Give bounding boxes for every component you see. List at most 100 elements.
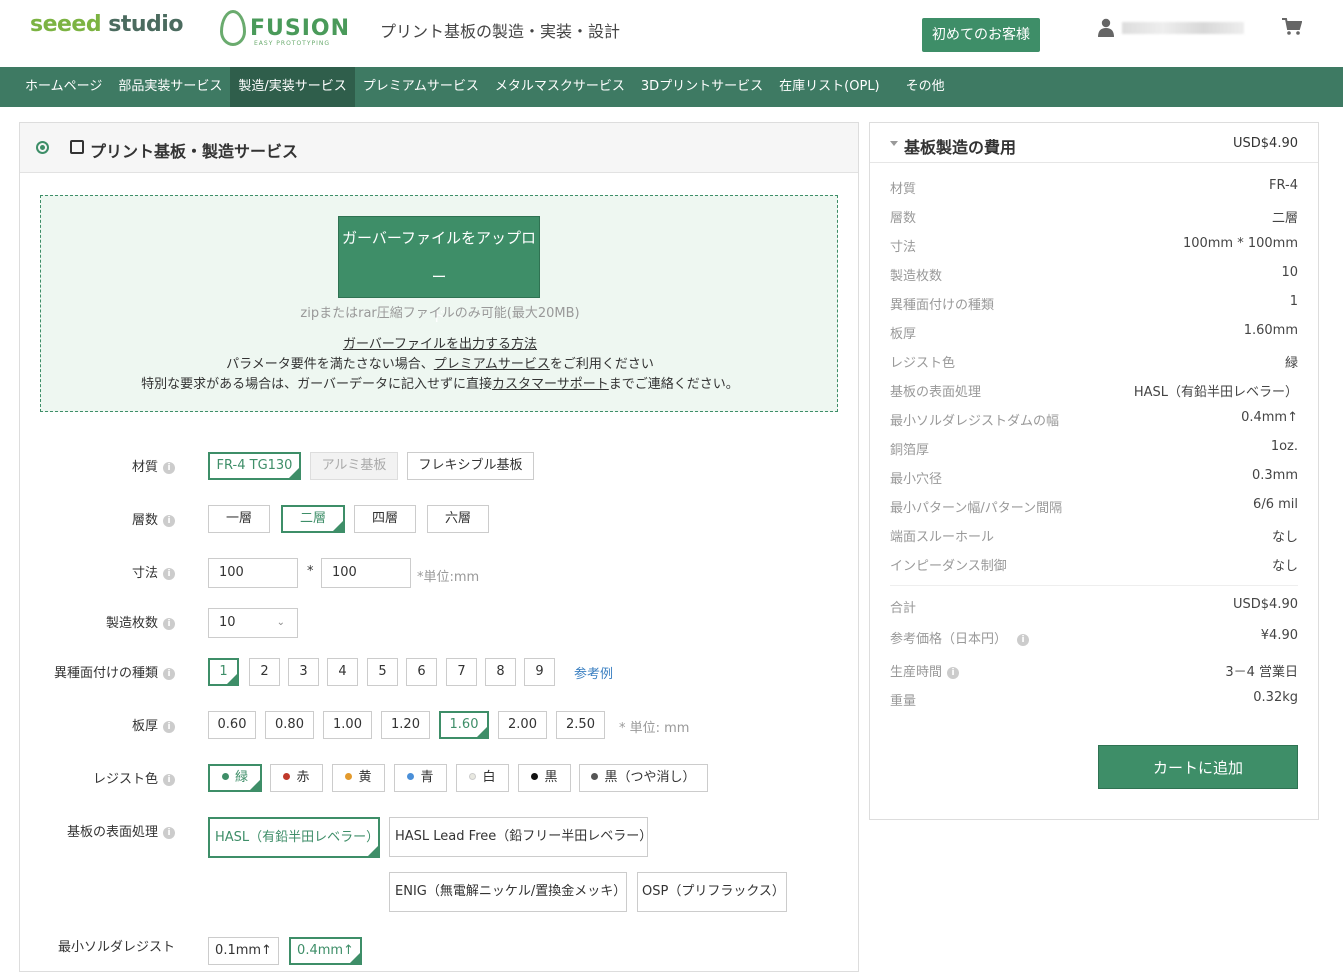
upload-gerber-button[interactable]: ガーバーファイルをアップロー ド	[338, 216, 540, 325]
first-customer-button[interactable]: 初めてのお客様	[922, 18, 1040, 52]
service-radio[interactable]	[36, 141, 49, 154]
designs-4[interactable]: 4	[327, 658, 358, 686]
support-link[interactable]: カスタマーサポート	[492, 377, 609, 392]
material-label: 材質 i	[20, 456, 175, 475]
nav-item-opl[interactable]: 在庫リスト(OPL)	[771, 67, 887, 107]
spec-key: 層数	[890, 211, 917, 226]
spec-value: 6/6 mil	[1253, 497, 1298, 512]
premium-post: をご利用ください	[549, 357, 654, 372]
quantity-select[interactable]: 10 ⌄	[208, 608, 298, 638]
summary-header[interactable]: 基板製造の費用 USD$4.90	[870, 123, 1318, 163]
designs-3[interactable]: 3	[288, 658, 319, 686]
info-icon[interactable]: i	[163, 618, 175, 630]
gerber-howto-link[interactable]: ガーバーファイルを出力する方法	[41, 333, 839, 352]
premium-link[interactable]: プレミアムサービス	[434, 357, 550, 372]
logo-seeed-text: seeed	[30, 12, 102, 37]
thickness-1.60[interactable]: 1.60	[439, 711, 489, 739]
info-icon[interactable]: i	[163, 462, 175, 474]
nav-item-stencil[interactable]: メタルマスクサービス	[487, 67, 633, 107]
nav-item-premium[interactable]: プレミアムサービス	[355, 67, 487, 107]
designs-2[interactable]: 2	[249, 658, 280, 686]
color-red[interactable]: 赤	[270, 764, 323, 792]
thickness-0.60[interactable]: 0.60	[208, 711, 256, 739]
info-icon[interactable]: i	[163, 827, 175, 839]
designs-7[interactable]: 7	[446, 658, 477, 686]
nav-item-other[interactable]: その他	[898, 67, 953, 107]
thickness-2.50[interactable]: 2.50	[556, 711, 605, 739]
seeed-studio-logo[interactable]: seeed studio	[30, 12, 183, 37]
info-icon[interactable]: i	[163, 774, 175, 786]
material-flex[interactable]: フレキシブル基板	[407, 452, 534, 480]
solder-dam-0.4[interactable]: 0.4mm↑	[289, 937, 362, 965]
weight-label: 重量	[890, 694, 917, 709]
nav-item-home[interactable]: ホームページ	[0, 67, 110, 107]
chip-icon	[70, 140, 84, 154]
user-name-blurred[interactable]	[1122, 22, 1244, 34]
color-black[interactable]: 黒	[518, 764, 571, 792]
thickness-2.00[interactable]: 2.00	[498, 711, 547, 739]
layers-4[interactable]: 四層	[354, 505, 416, 533]
info-icon[interactable]: i	[163, 721, 175, 733]
user-icon[interactable]	[1098, 18, 1114, 38]
nav-item-assembly[interactable]: 部品実装サービス	[110, 67, 230, 107]
upload-note: zipまたはrar圧縮ファイルのみ可能(最大20MB)	[300, 306, 580, 321]
add-to-cart-button[interactable]: カートに追加	[1098, 745, 1298, 789]
designs-9[interactable]: 9	[524, 658, 555, 686]
info-icon[interactable]: i	[1017, 634, 1030, 646]
info-icon[interactable]: i	[947, 667, 960, 679]
designs-1[interactable]: 1	[208, 658, 239, 686]
color-blue[interactable]: 青	[394, 764, 447, 792]
support-pre: 特別な要求がある場合は、ガーバーデータに記入せずに直接	[141, 377, 493, 392]
spec-value: 緑	[1284, 356, 1298, 371]
spec-value: 1	[1289, 294, 1298, 309]
spec-row: インピーダンス制御 なし	[890, 555, 1298, 575]
nav-item-fab-assembly[interactable]: 製造/実装サービス	[230, 67, 355, 107]
upload-dropzone[interactable]: ガーバーファイルをアップロー ド zipまたはrar圧縮ファイルのみ可能(最大2…	[40, 195, 838, 412]
surface-hasl[interactable]: HASL（有鉛半田レベラー）	[208, 817, 380, 858]
quantity-label: 製造枚数 i	[20, 612, 175, 631]
surface-hasl-leadfree[interactable]: HASL Lead Free（鉛フリー半田レベラー）	[389, 817, 652, 857]
layers-6[interactable]: 六層	[427, 505, 489, 533]
info-icon[interactable]: i	[163, 515, 175, 527]
color-green[interactable]: 緑	[208, 764, 262, 792]
surface-osp[interactable]: OSP（プリフラックス）	[637, 872, 787, 912]
size-times: *	[307, 564, 314, 579]
spec-row: 銅箔厚 1oz.	[890, 439, 1298, 459]
solder-color-label-text: レジスト色	[92, 772, 158, 787]
thickness-unit: * 単位: mm	[619, 721, 690, 736]
cart-icon[interactable]	[1282, 18, 1302, 36]
designs-6[interactable]: 6	[406, 658, 437, 686]
total-value: USD$4.90	[1233, 597, 1298, 612]
solder-dam-0.1[interactable]: 0.1mm↑	[208, 937, 279, 965]
size-width-input[interactable]: 100	[208, 558, 298, 588]
spec-key: 製造枚数	[890, 269, 943, 284]
thickness-1.20[interactable]: 1.20	[381, 711, 430, 739]
surface-enig[interactable]: ENIG（無電解ニッケル/置換金メッキ）	[389, 872, 627, 912]
layers-label-text: 層数	[131, 513, 158, 528]
panel-header: プリント基板・製造サービス	[20, 123, 858, 173]
info-icon[interactable]: i	[163, 668, 175, 680]
size-height-input[interactable]: 100	[321, 558, 411, 588]
material-fr4[interactable]: FR-4 TG130	[208, 452, 301, 480]
color-white[interactable]: 白	[456, 764, 509, 792]
collapse-triangle-icon[interactable]	[890, 141, 898, 146]
layers-2[interactable]: 二層	[281, 505, 345, 533]
color-yellow-label: 黄	[358, 770, 372, 785]
nav-item-3dprint[interactable]: 3Dプリントサービス	[633, 67, 771, 107]
material-aluminum[interactable]: アルミ基板	[310, 452, 398, 480]
spec-row: 最小パターン幅/パターン間隔 6/6 mil	[890, 497, 1298, 517]
info-icon[interactable]: i	[163, 568, 175, 580]
designs-8[interactable]: 8	[485, 658, 516, 686]
thickness-1.00[interactable]: 1.00	[323, 711, 372, 739]
color-yellow[interactable]: 黄	[332, 764, 385, 792]
spec-value: 1.60mm	[1243, 323, 1298, 338]
quantity-label-text: 製造枚数	[105, 616, 158, 631]
thickness-0.80[interactable]: 0.80	[265, 711, 314, 739]
designs-5[interactable]: 5	[367, 658, 398, 686]
layers-1[interactable]: 一層	[208, 505, 270, 533]
spec-value: なし	[1271, 559, 1298, 574]
color-matte-black[interactable]: 黒（つや消し）	[579, 764, 708, 792]
size-unit: *単位:mm	[417, 570, 480, 585]
fusion-logo[interactable]: FUSION EASY PROTOTYPING	[220, 8, 350, 48]
designs-ref-link[interactable]: 参考例	[574, 663, 613, 682]
